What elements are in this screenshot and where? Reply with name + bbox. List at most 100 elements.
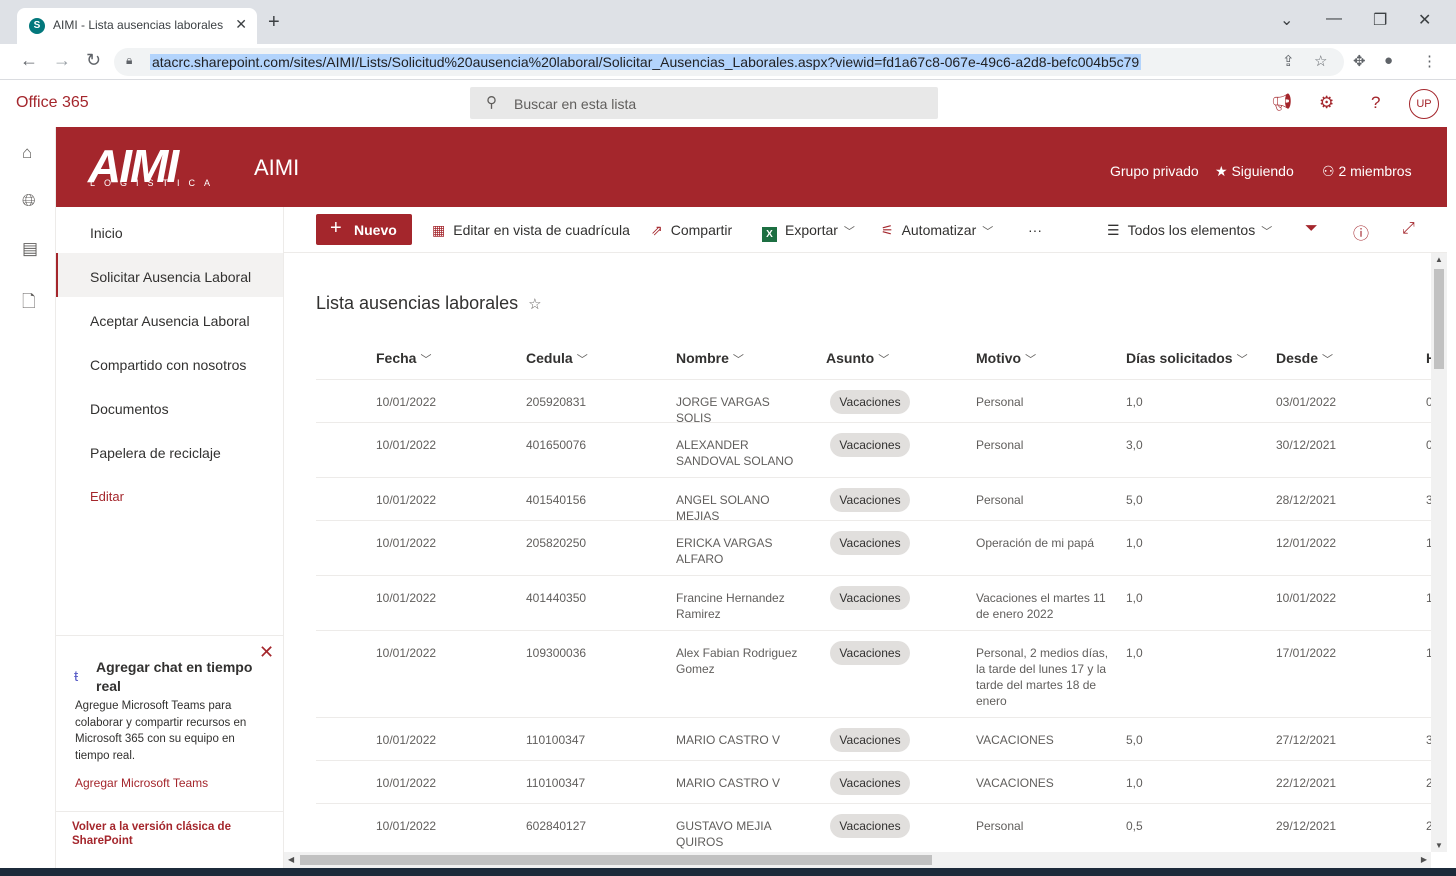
user-avatar[interactable]: UP: [1409, 89, 1439, 119]
browser-menu-icon[interactable]: ⋮: [1422, 52, 1437, 70]
new-tab-button[interactable]: +: [268, 12, 280, 32]
cell-desde: 27/12/2021: [1276, 733, 1337, 747]
column-header-nombre[interactable]: Nombre ﹀: [676, 350, 744, 367]
cell-nombre: Alex Fabian Rodriguez Gomez: [676, 646, 798, 676]
table-row[interactable]: 10/01/2022 110100347 MARIO CASTRO V Vaca…: [316, 718, 1431, 761]
nav-item-documentos[interactable]: Documentos: [56, 385, 283, 429]
forward-icon[interactable]: →: [53, 50, 71, 71]
nav-item-aceptar-ausencia[interactable]: Aceptar Ausencia Laboral: [56, 297, 283, 341]
export-label: Exportar: [785, 222, 838, 238]
document-icon[interactable]: 🗋: [22, 289, 36, 318]
nav-item-compartido[interactable]: Compartido con nosotros: [56, 341, 283, 385]
extensions-icon[interactable]: ✥: [1353, 52, 1366, 70]
view-selector[interactable]: ☰ Todos los elementos ﹀: [1107, 222, 1272, 239]
browser-tab[interactable]: S AIMI - Lista ausencias laborales ✕: [17, 8, 257, 44]
horizontal-scroll-thumb[interactable]: [300, 855, 932, 865]
vertical-scroll-thumb[interactable]: [1434, 269, 1444, 369]
export-button[interactable]: X Exportar ﹀: [762, 222, 855, 242]
column-header-dias[interactable]: Días solicitados ﹀: [1126, 350, 1248, 367]
column-header-cedula[interactable]: Cedula ﹀: [526, 350, 588, 367]
scroll-down-icon[interactable]: ▼: [1435, 841, 1443, 850]
column-header-motivo[interactable]: Motivo ﹀: [976, 350, 1036, 367]
classic-sharepoint-link[interactable]: Volver a la versión clásica de SharePoin…: [56, 811, 283, 868]
table-row[interactable]: 10/01/2022 109300036 Alex Fabian Rodrigu…: [316, 631, 1431, 718]
table-row[interactable]: 10/01/2022 110100347 MARIO CASTRO V Vaca…: [316, 761, 1431, 804]
column-header-asunto[interactable]: Asunto ﹀: [826, 350, 889, 367]
cell-fecha: 10/01/2022: [376, 591, 437, 605]
home-icon[interactable]: ⌂: [22, 143, 32, 163]
tab-close-button[interactable]: ✕: [235, 16, 247, 33]
favorite-star-icon[interactable]: ☆: [528, 296, 541, 313]
bookmark-star-icon[interactable]: ☆: [1314, 52, 1327, 70]
nav-item-solicitar-ausencia[interactable]: Solicitar Ausencia Laboral: [56, 253, 283, 297]
nav-item-inicio[interactable]: Inicio: [56, 209, 283, 253]
lock-icon[interactable]: 🔒︎: [126, 53, 132, 68]
grid-icon: ▦: [432, 222, 446, 238]
list-icon: ☰: [1107, 222, 1120, 238]
url-text[interactable]: atacrc.sharepoint.com/sites/AIMI/Lists/S…: [150, 54, 1142, 70]
settings-gear-icon[interactable]: ⚙: [1319, 93, 1334, 113]
globe-icon[interactable]: 🌐︎: [22, 191, 36, 211]
close-icon[interactable]: ✕: [259, 642, 274, 663]
cell-asunto-pill: Vacaciones: [830, 488, 910, 512]
tab-search-icon[interactable]: ⌄: [1280, 10, 1293, 30]
column-header-label: Motivo: [976, 350, 1022, 366]
close-window-icon[interactable]: ✕: [1418, 10, 1431, 30]
table-row[interactable]: 10/01/2022 401540156 ANGEL SOLANO MEJIAS…: [316, 478, 1431, 523]
cell-nombre: ERICKA VARGAS ALFARO: [676, 536, 773, 566]
back-icon[interactable]: ←: [20, 50, 38, 71]
new-item-button[interactable]: + Nuevo: [316, 214, 412, 245]
more-commands-button[interactable]: ···: [1028, 222, 1042, 238]
table-row[interactable]: 10/01/2022 401650076 ALEXANDER SANDOVAL …: [316, 423, 1431, 478]
office-365-brand[interactable]: Office 365: [16, 94, 89, 112]
chevron-down-icon: ﹀: [576, 354, 588, 366]
nav-item-papelera[interactable]: Papelera de reciclaje: [56, 429, 283, 473]
add-teams-link[interactable]: Agregar Microsoft Teams: [75, 776, 208, 790]
help-icon[interactable]: ?: [1371, 93, 1380, 113]
cell-cedula: 401440350: [526, 591, 587, 605]
grid-edit-button[interactable]: ▦ Editar en vista de cuadrícula: [432, 222, 630, 239]
address-bar[interactable]: 🔒︎ atacrc.sharepoint.com/sites/AIMI/List…: [114, 48, 1344, 76]
cell-cedula: 110100347: [526, 776, 586, 790]
expand-icon[interactable]: ⤢: [1402, 220, 1415, 238]
chevron-down-icon: ﹀: [420, 354, 432, 366]
column-header-desde[interactable]: Desde ﹀: [1276, 350, 1333, 367]
new-label: Nuevo: [354, 222, 397, 238]
table-row[interactable]: 10/01/2022 602840127 GUSTAVO MEJIA QUIRO…: [316, 804, 1431, 852]
follow-button[interactable]: ★ Siguiendo: [1215, 163, 1294, 180]
cell-nombre: JORGE VARGAS SOLIS: [676, 395, 770, 425]
share-button[interactable]: ⇗ Compartir: [651, 222, 732, 239]
reload-icon[interactable]: ↻: [86, 50, 101, 71]
vertical-scrollbar[interactable]: ▲ ▼: [1431, 253, 1447, 852]
column-header-fecha[interactable]: Fecha ﹀: [376, 350, 431, 367]
chevron-down-icon: ﹀: [1261, 226, 1273, 238]
cell-cedula: 602840127: [526, 819, 587, 833]
site-name[interactable]: AIMI: [254, 155, 299, 181]
minimize-icon[interactable]: —: [1326, 10, 1342, 28]
share-page-icon[interactable]: ⇪: [1282, 52, 1295, 70]
browser-toolbar: ← → ↻ 🔒︎ atacrc.sharepoint.com/sites/AIM…: [0, 44, 1456, 80]
table-row[interactable]: 10/01/2022 401440350 Francine Hernandez …: [316, 576, 1431, 631]
cell-nombre: GUSTAVO MEJIA QUIROS: [676, 819, 771, 849]
restore-icon[interactable]: ❐: [1373, 10, 1387, 30]
cell-fecha: 10/01/2022: [376, 536, 437, 550]
automate-button[interactable]: ⚟ Automatizar ﹀: [881, 222, 993, 239]
scroll-left-icon[interactable]: ◀: [288, 855, 294, 864]
members-button[interactable]: ⚇ 2 miembros: [1322, 163, 1412, 180]
aimi-logo[interactable]: AIMI LOGISTICA: [88, 140, 238, 192]
profile-icon[interactable]: ●: [1384, 52, 1393, 69]
table-row[interactable]: 10/01/2022 205820250 ERICKA VARGAS ALFAR…: [316, 521, 1431, 576]
scroll-up-icon[interactable]: ▲: [1435, 255, 1443, 264]
tab-title: AIMI - Lista ausencias laborales: [53, 18, 224, 32]
automate-icon: ⚟: [881, 222, 894, 238]
megaphone-icon[interactable]: 📢︎: [1271, 93, 1293, 113]
table-row[interactable]: 10/01/2022 205920831 JORGE VARGAS SOLIS …: [316, 380, 1431, 425]
info-icon[interactable]: ⓘ: [1353, 220, 1369, 244]
news-icon[interactable]: ▤: [22, 239, 38, 259]
filter-icon[interactable]: ⏷: [1305, 220, 1318, 238]
horizontal-scrollbar[interactable]: ◀ ▶: [284, 852, 1431, 868]
nav-edit-link[interactable]: Editar: [56, 473, 283, 517]
right-gutter: [1447, 80, 1456, 868]
scroll-right-icon[interactable]: ▶: [1421, 855, 1427, 864]
list-search-box[interactable]: ⚲ Buscar en esta lista: [470, 87, 938, 119]
